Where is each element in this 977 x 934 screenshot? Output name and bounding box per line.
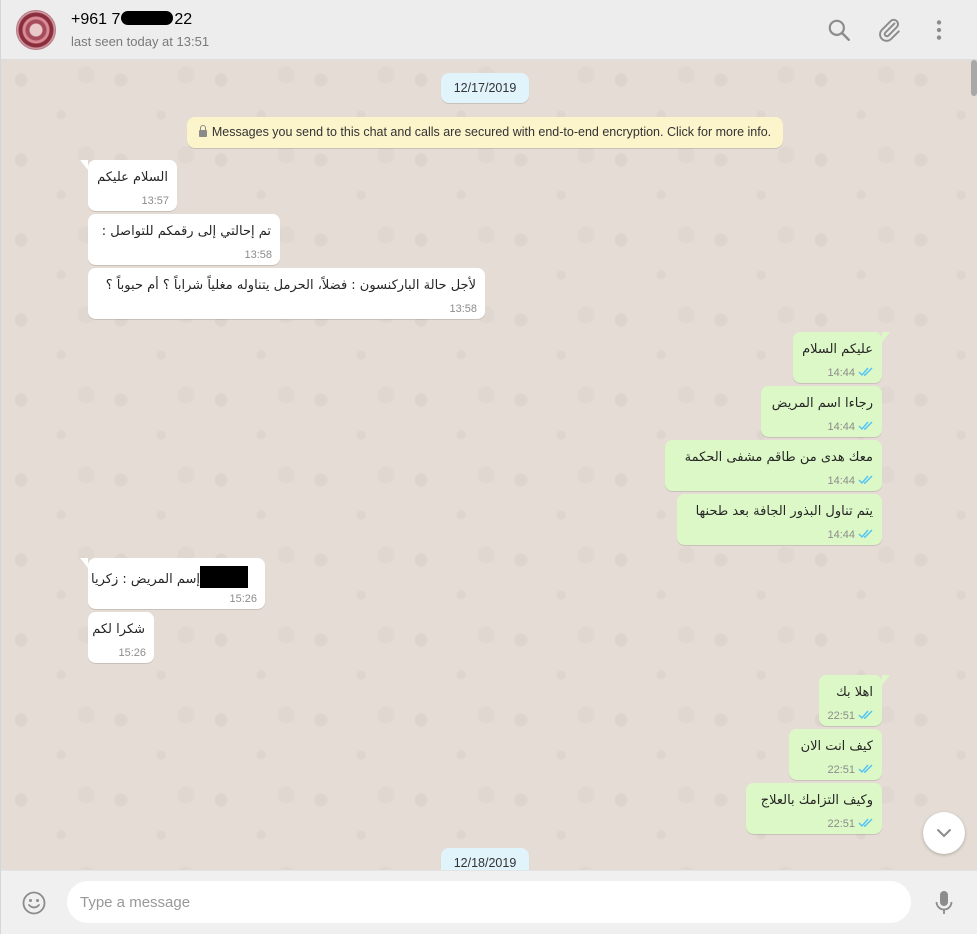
read-ticks-icon	[858, 529, 873, 539]
message-incoming[interactable]: السلام عليكم 13:57	[80, 160, 177, 211]
scroll-to-bottom-button[interactable]	[923, 812, 965, 854]
read-ticks-icon	[858, 710, 873, 720]
message-meta: 14:44	[827, 366, 874, 379]
contact-avatar[interactable]	[16, 10, 56, 50]
search-icon[interactable]	[826, 17, 852, 43]
lock-icon	[198, 125, 207, 137]
message-outgoing[interactable]: يتم تناول البذور الجافة بعد طحنها 14:44	[677, 494, 882, 545]
message-time: 14:44	[827, 367, 855, 379]
contact-number-prefix: +961 7	[71, 11, 121, 28]
message-outgoing[interactable]: اهلا بك 22:51	[819, 675, 890, 726]
message-outgoing[interactable]: معك هدى من طاقم مشفى الحكمة 14:44	[665, 440, 882, 491]
message-time: 15:26	[118, 647, 146, 659]
message-time: 22:51	[827, 710, 855, 722]
message-text: السلام عليكم	[97, 170, 168, 185]
read-ticks-icon	[858, 818, 873, 828]
message-text: تم إحالتي إلى رقمكم للتواصل :	[101, 224, 271, 239]
menu-icon[interactable]	[926, 17, 952, 43]
message-meta: 22:51	[827, 763, 874, 776]
encryption-notice[interactable]: Messages you send to this chat and calls…	[187, 117, 783, 148]
date-divider: 12/17/2019	[441, 73, 529, 103]
message-meta: 22:51	[827, 817, 874, 830]
message-text-content: إسم المريض : زكريا	[91, 572, 200, 587]
contact-name[interactable]: +961 7 22	[71, 11, 192, 29]
bubble-tail	[80, 160, 88, 170]
read-ticks-icon	[858, 475, 873, 485]
redacted-number-block	[121, 11, 174, 25]
message-text: لأجل حالة الباركنسون : فضلاً، الحرمل يتن…	[105, 278, 476, 293]
contact-number-suffix: 22	[174, 11, 193, 28]
message-outgoing[interactable]: وكيف التزامك بالعلاج 22:51	[746, 783, 882, 834]
message-text: اهلا بك	[836, 685, 873, 700]
emoji-icon[interactable]	[21, 890, 47, 916]
attach-icon[interactable]	[876, 17, 902, 43]
composer-bar	[1, 870, 977, 934]
read-ticks-icon	[858, 367, 873, 377]
message-text: شكرا لكم	[92, 622, 145, 637]
message-incoming[interactable]: إسم المريض : زكريا 15:26	[80, 558, 265, 609]
message-time: 14:44	[827, 475, 855, 487]
message-text: معك هدى من طاقم مشفى الحكمة	[684, 450, 873, 465]
message-incoming[interactable]: تم إحالتي إلى رقمكم للتواصل : 13:58	[88, 214, 280, 265]
message-input[interactable]	[67, 881, 911, 923]
message-outgoing[interactable]: كيف انت الان 22:51	[789, 729, 882, 780]
last-seen-status: last seen today at 13:51	[71, 34, 210, 49]
message-time: 15:26	[229, 593, 257, 605]
bubble-tail	[882, 332, 890, 342]
message-incoming[interactable]: لأجل حالة الباركنسون : فضلاً، الحرمل يتن…	[88, 268, 485, 319]
whatsapp-web-window: +961 7 22 last seen today at 13:51 12/17/…	[0, 0, 977, 934]
message-time: 22:51	[827, 818, 855, 830]
message-text: رجاءا اسم المريض	[771, 396, 873, 411]
microphone-icon[interactable]	[933, 889, 955, 917]
message-meta: 22:51	[827, 709, 874, 722]
message-meta: 14:44	[827, 528, 874, 541]
message-incoming[interactable]: شكرا لكم 15:26	[88, 612, 154, 663]
message-time: 22:51	[827, 764, 855, 776]
message-text: وكيف التزامك بالعلاج	[760, 793, 873, 808]
message-text: كيف انت الان	[800, 739, 873, 754]
message-time: 14:44	[827, 529, 855, 541]
chat-header: +961 7 22 last seen today at 13:51	[1, 0, 977, 60]
message-text: عليكم السلام	[802, 342, 873, 357]
bubble-tail	[882, 675, 890, 685]
read-ticks-icon	[858, 421, 873, 431]
chevron-down-icon	[937, 829, 951, 838]
message-outgoing[interactable]: رجاءا اسم المريض 14:44	[761, 386, 882, 437]
message-time: 13:58	[449, 303, 477, 315]
date-divider: 12/18/2019	[441, 848, 529, 870]
encryption-notice-text: Messages you send to this chat and calls…	[211, 125, 772, 139]
redacted-name-block	[200, 566, 248, 588]
read-ticks-icon	[858, 764, 873, 774]
message-text: إسم المريض : زكريا	[91, 566, 256, 589]
message-time: 13:57	[141, 195, 169, 207]
message-text: يتم تناول البذور الجافة بعد طحنها	[695, 504, 873, 519]
message-outgoing[interactable]: عليكم السلام 14:44	[793, 332, 890, 383]
chat-scrollbar[interactable]	[971, 60, 977, 870]
message-list[interactable]: 12/17/2019 Messages you send to this cha…	[1, 60, 977, 870]
message-time: 14:44	[827, 421, 855, 433]
message-meta: 14:44	[827, 420, 874, 433]
scrollbar-thumb[interactable]	[971, 60, 977, 96]
bubble-tail	[80, 558, 88, 568]
message-meta: 14:44	[827, 474, 874, 487]
message-time: 13:58	[244, 249, 272, 261]
